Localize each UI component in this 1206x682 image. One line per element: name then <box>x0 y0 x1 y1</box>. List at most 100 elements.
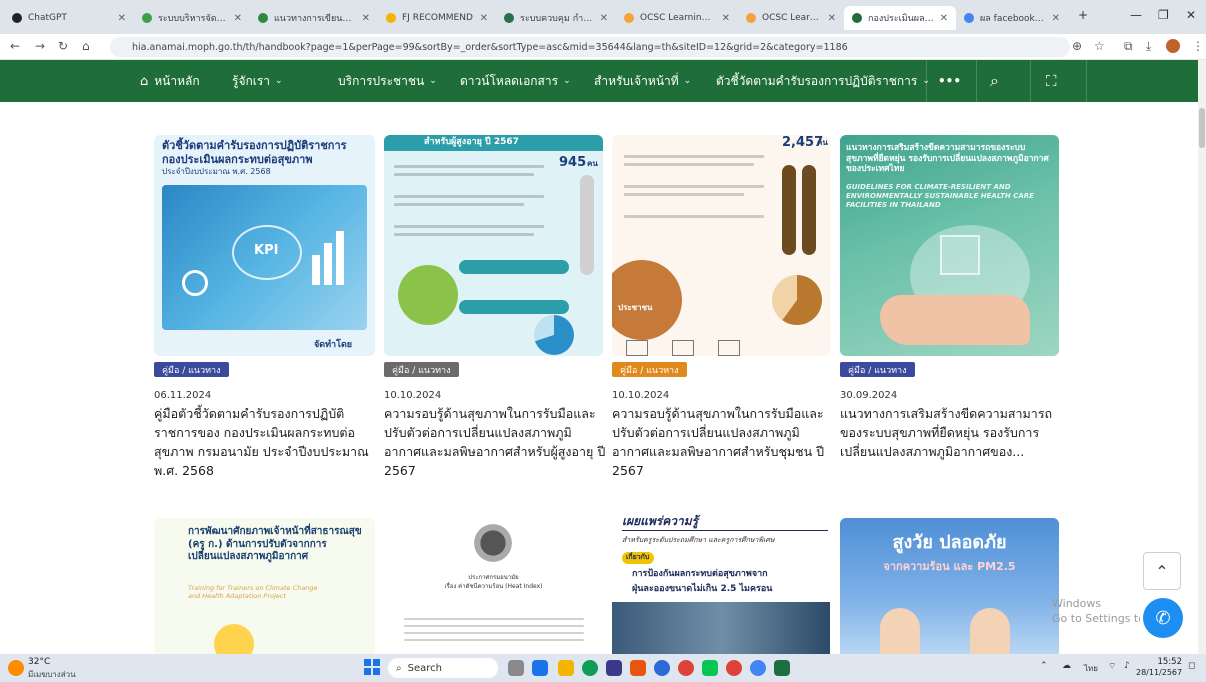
card-thumbnail[interactable]: การพัฒนาศักยภาพเจ้าหน้าที่สาธารณสุข (ครู… <box>154 518 375 654</box>
store-icon[interactable] <box>606 660 622 676</box>
sitemap-icon[interactable]: ⛶ <box>1046 60 1057 102</box>
garuda-emblem-icon <box>472 520 514 566</box>
chrome-icon[interactable] <box>678 660 694 676</box>
browser-tab[interactable]: ผล facebook - ค้นหา ✕ <box>956 6 1068 30</box>
close-icon[interactable]: ✕ <box>362 13 370 24</box>
reload-icon[interactable]: ↻ <box>58 39 68 53</box>
clock-date[interactable]: 28/11/2567 <box>1136 668 1182 677</box>
close-icon[interactable]: ✕ <box>600 13 608 24</box>
card-title-link[interactable]: แนวทางการเสริมสร้างขีดความสามารถของระบบส… <box>840 404 1062 461</box>
card-thumbnail[interactable]: 2,457 คน ประชาชน <box>612 135 830 356</box>
taskbar-search-box[interactable]: ⌕ Search <box>388 658 498 678</box>
google-icon <box>964 13 974 23</box>
category-badge[interactable]: คู่มือ / แนวทาง <box>384 362 459 377</box>
weather-icon[interactable] <box>8 660 24 676</box>
taskview-icon[interactable] <box>508 660 524 676</box>
chrome-icon[interactable] <box>726 660 742 676</box>
text-line <box>404 632 584 634</box>
card-thumbnail[interactable]: ประกาศกรมอนามัย เรื่อง ค่าดัชนีความร้อน … <box>384 518 603 654</box>
forward-icon[interactable]: → <box>35 39 45 53</box>
page-scrollbar[interactable] <box>1198 60 1206 654</box>
nav-label: บริการประชาชน <box>338 73 425 88</box>
close-icon[interactable]: ✕ <box>722 13 730 24</box>
line-icon[interactable] <box>702 660 718 676</box>
facebook-icon[interactable] <box>654 660 670 676</box>
chevron-down-icon: ⌄ <box>429 76 437 86</box>
profile-avatar-icon[interactable] <box>1166 39 1180 53</box>
extensions-icon[interactable]: ⧉ <box>1124 39 1133 54</box>
browser-tab-active[interactable]: กองประเมินผลกระทบต่อ ✕ <box>844 6 956 30</box>
close-window-icon[interactable]: ✕ <box>1186 8 1196 22</box>
url-field[interactable]: hia.anamai.moph.go.th/th/handbook?page=1… <box>110 37 1070 57</box>
card-thumbnail[interactable]: แนวทางการเสริมสร้างขีดความสามารถของระบบส… <box>840 135 1059 356</box>
card-thumbnail[interactable]: ตัวชี้วัดตามคำรับรองการปฏิบัติราชการ กอง… <box>154 135 375 356</box>
back-to-top-button[interactable]: ⌃ <box>1143 552 1181 590</box>
close-icon[interactable]: ✕ <box>118 13 126 24</box>
browser-tab[interactable]: ระบบควบคุม กำกับและติด ✕ <box>496 6 616 30</box>
chevron-up-icon[interactable]: ⌃ <box>1040 661 1048 671</box>
menu-kebab-icon[interactable]: ⋮ <box>1192 39 1204 53</box>
bookmark-star-icon[interactable]: ☆ <box>1094 39 1105 53</box>
weather-desc: มีเมฆบางส่วน <box>28 670 76 679</box>
edge-icon[interactable] <box>582 660 598 676</box>
search-icon[interactable]: ⌕ <box>990 60 999 102</box>
nav-public-services[interactable]: บริการประชาชน ⌄ <box>338 60 437 102</box>
poster-title: ตัวชี้วัดตามคำรับรองการปฏิบัติราชการ <box>162 139 347 152</box>
download-icon[interactable]: ⤓ <box>1146 39 1151 54</box>
cloud-icon[interactable]: ☁ <box>1062 661 1071 671</box>
close-icon[interactable]: ✕ <box>234 13 242 24</box>
close-icon[interactable]: ✕ <box>480 13 488 24</box>
text-line <box>404 625 584 627</box>
nav-downloads[interactable]: ดาวน์โหลดเอกสาร ⌄ <box>460 60 571 102</box>
illustration-circle <box>612 260 682 340</box>
nav-more-button[interactable]: ••• <box>938 60 961 102</box>
category-badge[interactable]: คู่มือ / แนวทาง <box>612 362 687 377</box>
notification-icon[interactable]: ◻ <box>1188 661 1195 671</box>
poster-title: ประชาชน <box>618 303 653 312</box>
target-icon <box>182 270 208 296</box>
wifi-icon[interactable]: ⌔ <box>1108 661 1116 672</box>
new-tab-button[interactable]: + <box>1078 8 1088 22</box>
card-thumbnail[interactable]: เผยแพร่ความรู้ สำหรับครูระดับประถมศึกษา … <box>612 514 830 654</box>
file-explorer-icon[interactable] <box>558 660 574 676</box>
browser-tab[interactable]: FJ RECOMMEND ✕ <box>378 6 496 30</box>
excel-icon[interactable] <box>774 660 790 676</box>
brave-icon[interactable] <box>630 660 646 676</box>
volume-icon[interactable]: ♪ <box>1124 661 1130 671</box>
text-line <box>624 155 764 158</box>
category-badge[interactable]: คู่มือ / แนวทาง <box>840 362 915 377</box>
card-title-link[interactable]: คู่มือตัวชี้วัดตามคำรับรองการปฏิบัติราชก… <box>154 404 376 480</box>
chrome-profile-icon[interactable] <box>750 660 766 676</box>
category-badge[interactable]: คู่มือ / แนวทาง <box>154 362 229 377</box>
home-icon[interactable]: ⌂ <box>82 39 90 53</box>
card-title-link[interactable]: ความรอบรู้ด้านสุขภาพในการรับมือและปรับตั… <box>384 404 606 480</box>
scrollbar-thumb[interactable] <box>1199 108 1205 148</box>
close-icon[interactable]: ✕ <box>1052 13 1060 24</box>
browser-tab[interactable]: OCSC Learning Space ✕ <box>738 6 844 30</box>
browser-tab[interactable]: ระบบบริหารจัดการข้อมูล ✕ <box>134 6 250 30</box>
browser-tab[interactable]: OCSC Learning Portal ✕ <box>616 6 738 30</box>
nav-home[interactable]: ⌂ หน้าหลัก <box>140 60 200 102</box>
back-icon[interactable]: ← <box>10 39 20 53</box>
browser-tab[interactable]: ChatGPT ✕ <box>4 6 134 30</box>
windows-start-icon[interactable] <box>364 659 380 675</box>
zoom-icon[interactable]: ⊕ <box>1072 39 1082 53</box>
widgets-icon[interactable] <box>532 660 548 676</box>
card-thumbnail[interactable]: สำหรับผู้สูงอายุ ปี 2567 945 คน <box>384 135 603 356</box>
restore-icon[interactable]: ❐ <box>1158 8 1169 22</box>
browser-tab[interactable]: แนวทางการเขียนผลงาน ✕ <box>250 6 378 30</box>
poster-title: การพัฒนาศักยภาพเจ้าหน้าที่สาธารณสุข (ครู… <box>188 526 362 562</box>
messenger-chat-button[interactable]: ✆ <box>1143 598 1183 638</box>
input-language[interactable]: ไทย <box>1084 662 1098 675</box>
nav-kpi[interactable]: ตัวชี้วัดตามคำรับรองการปฏิบัติราชการ ⌄ <box>716 60 930 102</box>
card-title-link[interactable]: ความรอบรู้ด้านสุขภาพในการรับมือและปรับตั… <box>612 404 834 480</box>
nav-staff[interactable]: สำหรับเจ้าหน้าที่ ⌄ <box>594 60 691 102</box>
poster-stat: 945 <box>559 155 587 170</box>
minimize-icon[interactable]: — <box>1130 8 1142 22</box>
kpi-label: KPI <box>254 243 279 258</box>
close-icon[interactable]: ✕ <box>940 13 948 24</box>
card-thumbnail[interactable]: สูงวัย ปลอดภัย จากความร้อน และ PM2.5 <box>840 518 1059 654</box>
nav-about[interactable]: รู้จักเรา ⌄ <box>232 60 283 102</box>
close-icon[interactable]: ✕ <box>828 13 836 24</box>
clock-time[interactable]: 15:52 <box>1146 657 1183 667</box>
